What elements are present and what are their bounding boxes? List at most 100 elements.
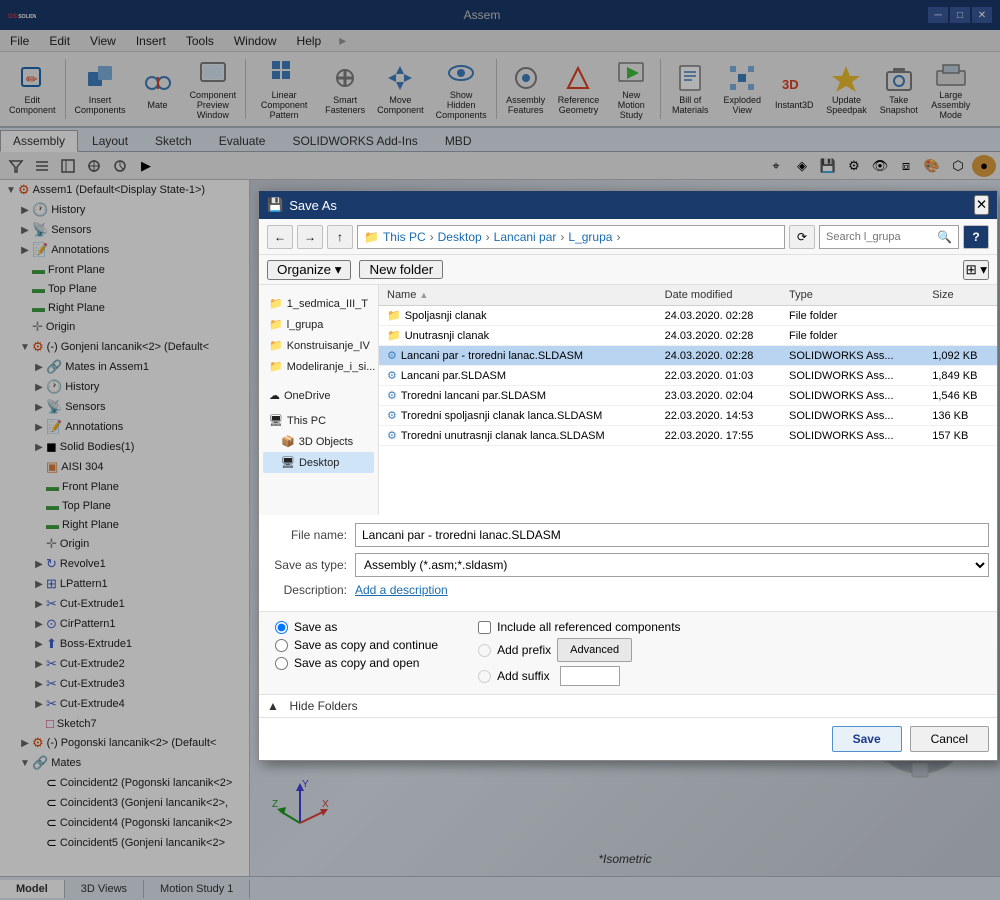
file-name-spoljasnji: 📁Spoljasnji clanak — [379, 306, 657, 326]
file-date-spoljasnji: 24.03.2020. 02:28 — [657, 306, 781, 326]
dialog-titlebar: 💾 Save As ✕ — [259, 191, 997, 219]
sw-file-icon-4: ⚙ — [387, 410, 397, 422]
path-desktop[interactable]: Desktop — [438, 230, 482, 244]
file-row-spoljasnji[interactable]: 📁Spoljasnji clanak 24.03.2020. 02:28 Fil… — [379, 306, 997, 326]
path-l-grupa[interactable]: L_grupa — [568, 230, 612, 244]
dialog-title-text: Save As — [289, 198, 337, 213]
add-prefix-radio[interactable] — [478, 644, 491, 657]
dialog-search-input[interactable] — [826, 231, 926, 243]
new-folder-label: New folder — [369, 262, 433, 277]
sw-file-icon-5: ⚙ — [387, 430, 397, 442]
file-name-unutrasnji: 📁Unutrasnji clanak — [379, 326, 657, 346]
save-copy-continue-label: Save as copy and continue — [294, 638, 438, 652]
sidebar-l-grupa[interactable]: 📁 l_grupa — [263, 314, 374, 335]
suffix-input[interactable] — [560, 666, 620, 686]
dialog-file-list: Name ▲ Date modified Type Size 📁Spoljasn… — [379, 285, 997, 515]
new-folder-button[interactable]: New folder — [359, 260, 443, 279]
col-size[interactable]: Size — [924, 285, 997, 306]
save-as-radio[interactable] — [275, 621, 288, 634]
sidebar-sedmica[interactable]: 📁 1_sedmica_III_T — [263, 293, 374, 314]
file-type-lancani-troredni: SOLIDWORKS Ass... — [781, 346, 924, 366]
dialog-file-toolbar: Organize ▾ New folder ⊞ ▾ — [259, 255, 997, 285]
file-name-lancani-par: ⚙Lancani par.SLDASM — [379, 366, 657, 386]
file-name-troredni-unutrasnji: ⚙Troredni unutrasnji clanak lanca.SLDASM — [379, 426, 657, 446]
path-lancani[interactable]: Lancani par — [494, 230, 557, 244]
save-copy-continue-option: Save as copy and continue — [275, 638, 438, 652]
add-suffix-label: Add suffix — [497, 669, 549, 683]
dialog-back-button[interactable]: ← — [267, 225, 293, 249]
sw-file-icon-3: ⚙ — [387, 390, 397, 402]
description-row: Description: Add a description — [267, 583, 989, 597]
include-referenced-option: Include all referenced components — [478, 620, 680, 634]
save-copy-open-radio[interactable] — [275, 657, 288, 670]
konstruisanje-icon: 📁 — [269, 339, 283, 352]
dialog-help-button[interactable]: ? — [963, 225, 989, 249]
save-as-dialog: 💾 Save As ✕ ← → ↑ 📁 This PC › Desktop › … — [258, 190, 998, 761]
hide-folders-icon: ▲ — [267, 699, 279, 713]
dialog-path-bar: 📁 This PC › Desktop › Lancani par › L_gr… — [357, 225, 785, 249]
sidebar-konstruisanje[interactable]: 📁 Konstruisanje_IV — [263, 335, 374, 356]
dialog-content: 📁 1_sedmica_III_T 📁 l_grupa 📁 Konstruisa… — [259, 285, 997, 515]
modeliranje-icon: 📁 — [269, 360, 283, 373]
include-referenced-checkbox[interactable] — [478, 621, 491, 634]
sedmica-icon: 📁 — [269, 297, 283, 310]
filename-label: File name: — [267, 528, 347, 542]
dialog-forward-button[interactable]: → — [297, 225, 323, 249]
description-link[interactable]: Add a description — [355, 583, 448, 597]
file-size-lancani-troredni: 1,092 KB — [924, 346, 997, 366]
file-table: Name ▲ Date modified Type Size 📁Spoljasn… — [379, 285, 997, 446]
sidebar-this-pc[interactable]: 🖥 This PC — [263, 410, 374, 431]
col-type[interactable]: Type — [781, 285, 924, 306]
sidebar-modeliranje[interactable]: 📁 Modeliranje_i_si... — [263, 356, 374, 377]
sidebar-3d-objects[interactable]: 📦 3D Objects — [263, 431, 374, 452]
file-row-troredni-lancani[interactable]: ⚙Troredni lancani par.SLDASM 23.03.2020.… — [379, 386, 997, 406]
file-row-unutrasnji[interactable]: 📁Unutrasnji clanak 24.03.2020. 02:28 Fil… — [379, 326, 997, 346]
folder-icon: 📁 — [387, 310, 401, 322]
saveas-type-select[interactable]: Assembly (*.asm;*.sldasm) — [355, 553, 989, 577]
advanced-button[interactable]: Advanced — [557, 638, 632, 662]
dialog-search-box[interactable]: 🔍 — [819, 225, 959, 249]
dialog-up-button[interactable]: ↑ — [327, 225, 353, 249]
file-row-lancani-troredni[interactable]: ⚙Lancani par - troredni lanac.SLDASM 24.… — [379, 346, 997, 366]
file-size-unutrasnji — [924, 326, 997, 346]
include-referenced-label: Include all referenced components — [497, 620, 680, 634]
sidebar-onedrive[interactable]: ☁ OneDrive — [263, 385, 374, 406]
file-name-troredni-spoljasnji: ⚙Troredni spoljasnji clanak lanca.SLDASM — [379, 406, 657, 426]
onedrive-icon: ☁ — [269, 389, 280, 402]
organize-button[interactable]: Organize ▾ — [267, 260, 351, 280]
view-toggle-button[interactable]: ⊞ ▾ — [963, 260, 989, 280]
dialog-close-button[interactable]: ✕ — [974, 195, 989, 215]
save-copy-open-label: Save as copy and open — [294, 656, 419, 670]
save-as-option: Save as — [275, 620, 438, 634]
filename-row: File name: — [267, 523, 989, 547]
file-date-unutrasnji: 24.03.2020. 02:28 — [657, 326, 781, 346]
path-this-pc[interactable]: This PC — [383, 230, 426, 244]
file-row-troredni-spoljasnji[interactable]: ⚙Troredni spoljasnji clanak lanca.SLDASM… — [379, 406, 997, 426]
saveas-type-label: Save as type: — [267, 558, 347, 572]
hide-folders-toggle[interactable]: ▲ Hide Folders — [259, 694, 997, 717]
col-date[interactable]: Date modified — [657, 285, 781, 306]
folder-icon-path: 📁 — [364, 230, 379, 244]
save-button[interactable]: Save — [832, 726, 902, 752]
add-suffix-radio[interactable] — [478, 670, 491, 683]
organize-label: Organize ▾ — [277, 262, 341, 278]
l-grupa-label: l_grupa — [287, 319, 324, 331]
ref-options-col: Include all referenced components Add pr… — [478, 620, 680, 686]
this-pc-label: This PC — [287, 415, 326, 427]
file-row-lancani-par[interactable]: ⚙Lancani par.SLDASM 22.03.2020. 01:03 SO… — [379, 366, 997, 386]
save-copy-continue-radio[interactable] — [275, 639, 288, 652]
dialog-refresh-button[interactable]: ⟳ — [789, 225, 815, 249]
desktop-label: Desktop — [299, 457, 339, 469]
description-label: Description: — [267, 583, 347, 597]
filename-input[interactable] — [355, 523, 989, 547]
add-suffix-option: Add suffix — [478, 666, 680, 686]
cancel-button[interactable]: Cancel — [910, 726, 989, 752]
sw-file-icon: ⚙ — [387, 350, 397, 362]
file-row-troredni-unutrasnji[interactable]: ⚙Troredni unutrasnji clanak lanca.SLDASM… — [379, 426, 997, 446]
file-type-troredni-spoljasnji: SOLIDWORKS Ass... — [781, 406, 924, 426]
sidebar-desktop[interactable]: 🖥 Desktop — [263, 452, 374, 473]
3d-objects-icon: 📦 — [281, 435, 295, 448]
dialog-nav-bar: ← → ↑ 📁 This PC › Desktop › Lancani par … — [259, 219, 997, 255]
file-type-troredni-unutrasnji: SOLIDWORKS Ass... — [781, 426, 924, 446]
col-name[interactable]: Name ▲ — [379, 285, 657, 306]
